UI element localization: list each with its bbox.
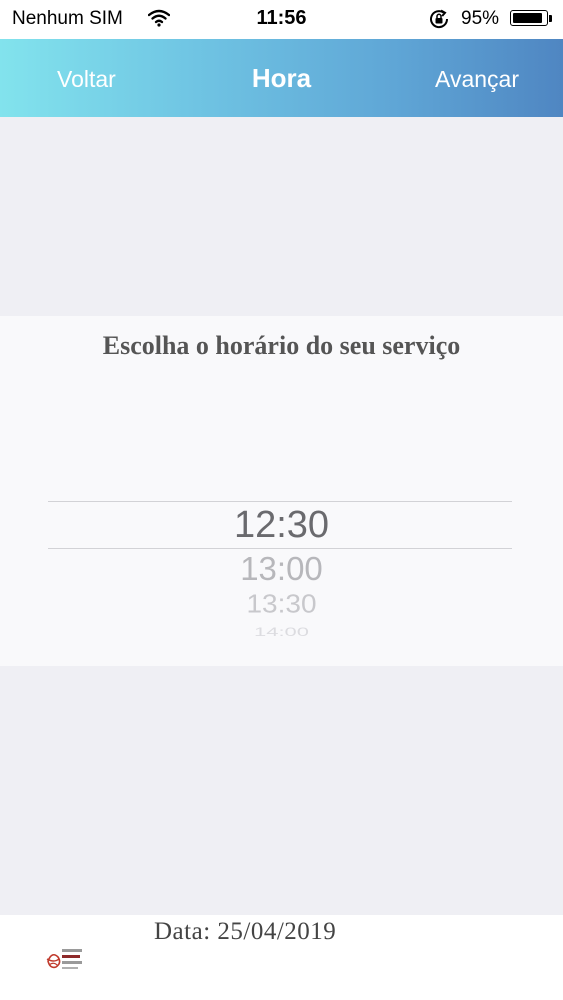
picker-selection-line-bottom	[48, 548, 512, 549]
date-value: 25/04/2019	[217, 918, 337, 945]
orientation-lock-icon	[430, 9, 449, 29]
picker-option[interactable]: 13:30	[0, 589, 563, 618]
brand-logo-icon	[46, 949, 82, 969]
time-picker-card: Escolha o horário do seu serviço 12:30 1…	[0, 316, 563, 666]
footer: Data: 25/04/2019	[0, 915, 563, 1000]
picker-selected-time[interactable]: 12:30	[0, 504, 563, 547]
picker-selection-line-top	[48, 501, 512, 502]
navigation-bar: Voltar Hora Avançar	[0, 39, 563, 117]
battery-nub	[549, 15, 552, 22]
picker-option[interactable]: 14:00	[0, 625, 563, 639]
battery-icon	[510, 10, 548, 26]
picker-option[interactable]: 13:00	[0, 550, 563, 588]
date-display: Data: 25/04/2019	[154, 918, 336, 946]
status-bar: Nenhum SIM 11:56 95%	[0, 0, 563, 39]
picker-title: Escolha o horário do seu serviço	[102, 331, 461, 360]
battery-level-fill	[513, 13, 542, 23]
battery-percent: 95%	[461, 8, 500, 29]
date-label: Data:	[154, 918, 211, 945]
next-button[interactable]: Avançar	[435, 66, 519, 93]
